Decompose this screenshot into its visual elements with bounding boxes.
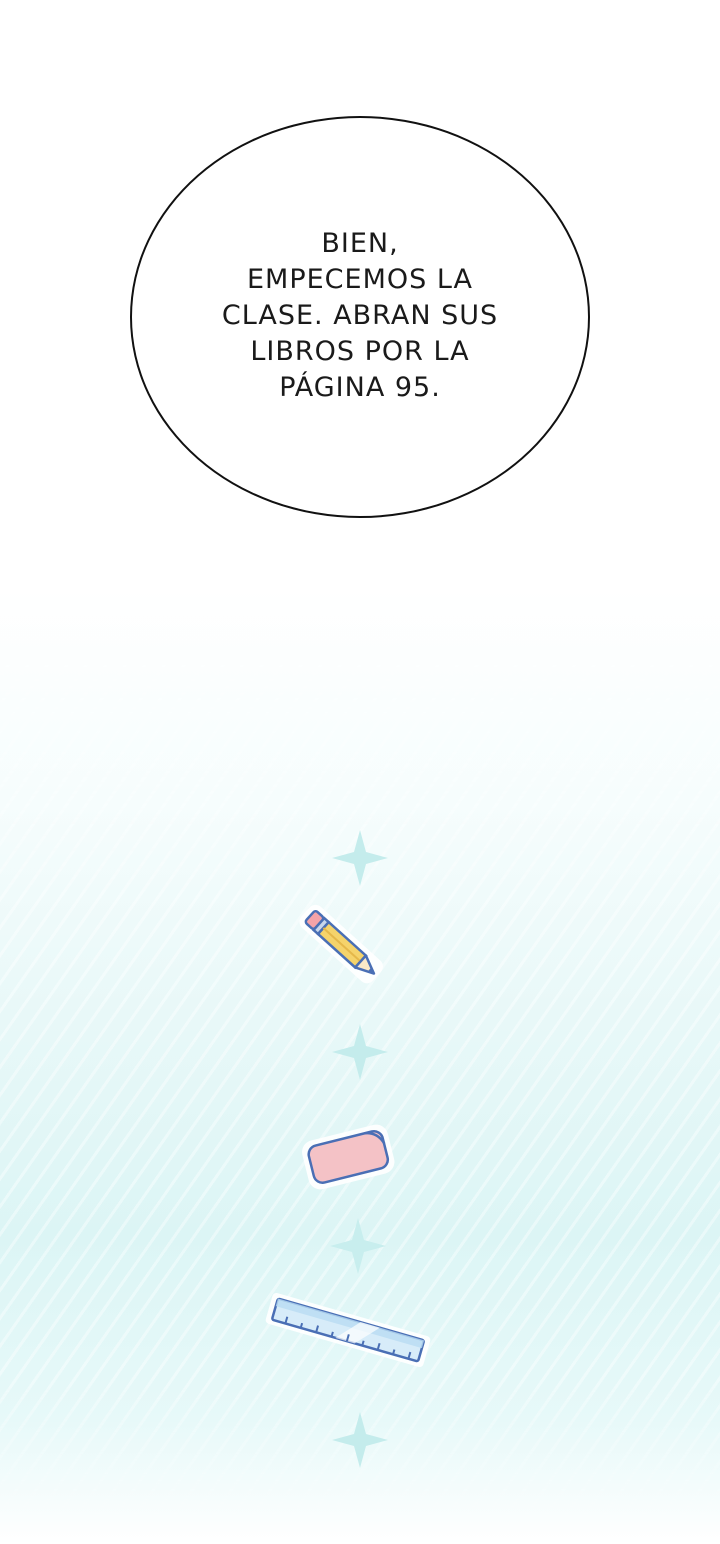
decorations-layer (265, 830, 431, 1468)
eraser-icon (302, 1124, 395, 1190)
sparkle-icon (332, 830, 388, 886)
ruler-icon (265, 1292, 431, 1368)
sparkle-icon (332, 1024, 388, 1080)
sparkle-icon (330, 1218, 386, 1274)
sparkle-icon (332, 1412, 388, 1468)
comic-panel: BIEN, EMPECEMOS LA CLASE. ABRAN SUS LIBR… (0, 0, 720, 1544)
pencil-icon (299, 904, 383, 984)
